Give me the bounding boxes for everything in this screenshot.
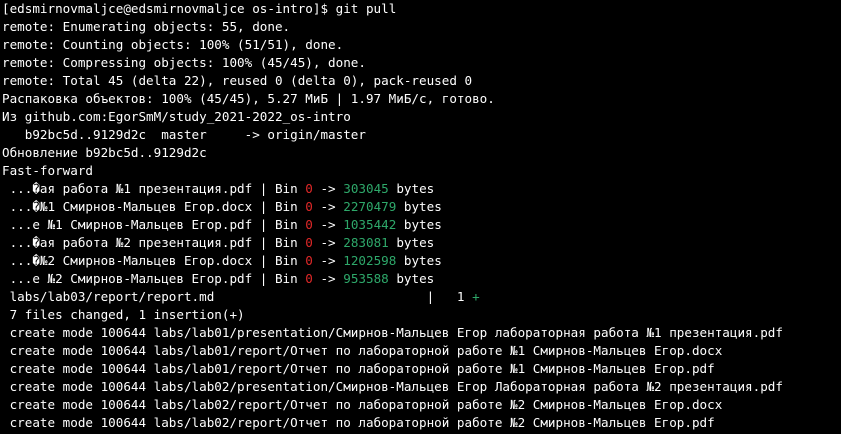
prompt-line: [edsmirnovmaljce@edsmirnovmaljce os-intr… (2, 0, 841, 18)
diffstat-line: ...�ая работа №2 презентация.pdf | Bin 0… (2, 234, 841, 252)
diffstat-arrow: -> (312, 253, 344, 268)
diffstat-new-size: 303045 (343, 181, 389, 196)
diffstat-unit: bytes (396, 199, 442, 214)
diffstat-arrow: -> (312, 271, 344, 286)
create-mode-line: create mode 100644 labs/lab01/report/Отч… (2, 361, 715, 376)
diffstat-old-size: 0 (305, 217, 313, 232)
diffstat-arrow: -> (312, 181, 344, 196)
diffstat-new-size: 2270479 (343, 199, 397, 214)
diffstat-new-size: 953588 (343, 271, 389, 286)
diffstat-old-size: 0 (305, 199, 313, 214)
diffstat-line: ...�№1 Смирнов-Мальцев Егор.docx | Bin 0… (2, 198, 841, 216)
create-mode-line: create mode 100644 labs/lab01/presentati… (2, 325, 783, 340)
diffstat-line: ...е №1 Смирнов-Мальцев Егор.pdf | Bin 0… (2, 216, 841, 234)
diffstat-old-size: 0 (305, 181, 313, 196)
output-line: b92bc5d..9129d2c master -> origin/master (2, 127, 366, 142)
diffstat-new-size: 283081 (343, 235, 389, 250)
diffstat-unit: bytes (396, 217, 442, 232)
diffstat-line: ...е №2 Смирнов-Мальцев Егор.pdf | Bin 0… (2, 270, 841, 288)
diffstat-unit: bytes (388, 181, 435, 196)
output-line: Распаковка объектов: 100% (45/45), 5.27 … (2, 91, 495, 106)
shell-prompt: [edsmirnovmaljce@edsmirnovmaljce os-intr… (2, 1, 336, 16)
output-line: remote: Counting objects: 100% (51/51), … (2, 37, 344, 52)
diffstat-arrow: -> (312, 217, 344, 232)
output-line: remote: Compressing objects: 100% (45/45… (2, 55, 366, 70)
diffstat-new-size: 1202598 (343, 253, 397, 268)
diffstat-insertion-mark: + (472, 289, 480, 304)
diffstat-unit: bytes (388, 235, 435, 250)
diffstat-line: labs/lab03/report/report.md | 1 + (2, 288, 841, 306)
diffstat-summary: 7 files changed, 1 insertion(+) (2, 307, 245, 322)
output-line: Из github.com:EgorSmM/study_2021-2022_os… (2, 109, 351, 124)
create-mode-line: create mode 100644 labs/lab01/report/Отч… (2, 343, 723, 358)
terminal-window[interactable]: [edsmirnovmaljce@edsmirnovmaljce os-intr… (0, 0, 841, 434)
diffstat-unit: bytes (388, 271, 435, 286)
diffstat-old-size: 0 (305, 235, 313, 250)
create-mode-line: create mode 100644 labs/lab02/report/Отч… (2, 415, 715, 430)
output-line: Fast-forward (2, 163, 93, 178)
output-line: remote: Total 45 (delta 22), reused 0 (d… (2, 73, 473, 88)
diffstat-unit: bytes (396, 253, 442, 268)
output-line: Обновление b92bc5d..9129d2c (2, 145, 207, 160)
diffstat-file: ...�ая работа №1 презентация.pdf | Bin (2, 181, 306, 196)
diffstat-old-size: 0 (305, 253, 313, 268)
diffstat-file: ...е №2 Смирнов-Мальцев Егор.pdf | Bin (2, 271, 306, 286)
diffstat-line: ...�ая работа №1 презентация.pdf | Bin 0… (2, 180, 841, 198)
diffstat-line: ...�№2 Смирнов-Мальцев Егор.docx | Bin 0… (2, 252, 841, 270)
diffstat-file: ...е №1 Смирнов-Мальцев Егор.pdf | Bin (2, 217, 306, 232)
diffstat-file: ...�№1 Смирнов-Мальцев Егор.docx | Bin (2, 199, 306, 214)
output-line: remote: Enumerating objects: 55, done. (2, 19, 291, 34)
command-text: git pull (335, 1, 397, 16)
create-mode-line: create mode 100644 labs/lab02/presentati… (2, 379, 783, 394)
diffstat-new-size: 1035442 (343, 217, 397, 232)
diffstat-arrow: -> (312, 199, 344, 214)
diffstat-file: ...�ая работа №2 презентация.pdf | Bin (2, 235, 306, 250)
diffstat-old-size: 0 (305, 271, 313, 286)
diffstat-file: labs/lab03/report/report.md | 1 (2, 289, 473, 304)
diffstat-file: ...�№2 Смирнов-Мальцев Егор.docx | Bin (2, 253, 306, 268)
diffstat-arrow: -> (312, 235, 344, 250)
create-mode-line: create mode 100644 labs/lab02/report/Отч… (2, 397, 723, 412)
